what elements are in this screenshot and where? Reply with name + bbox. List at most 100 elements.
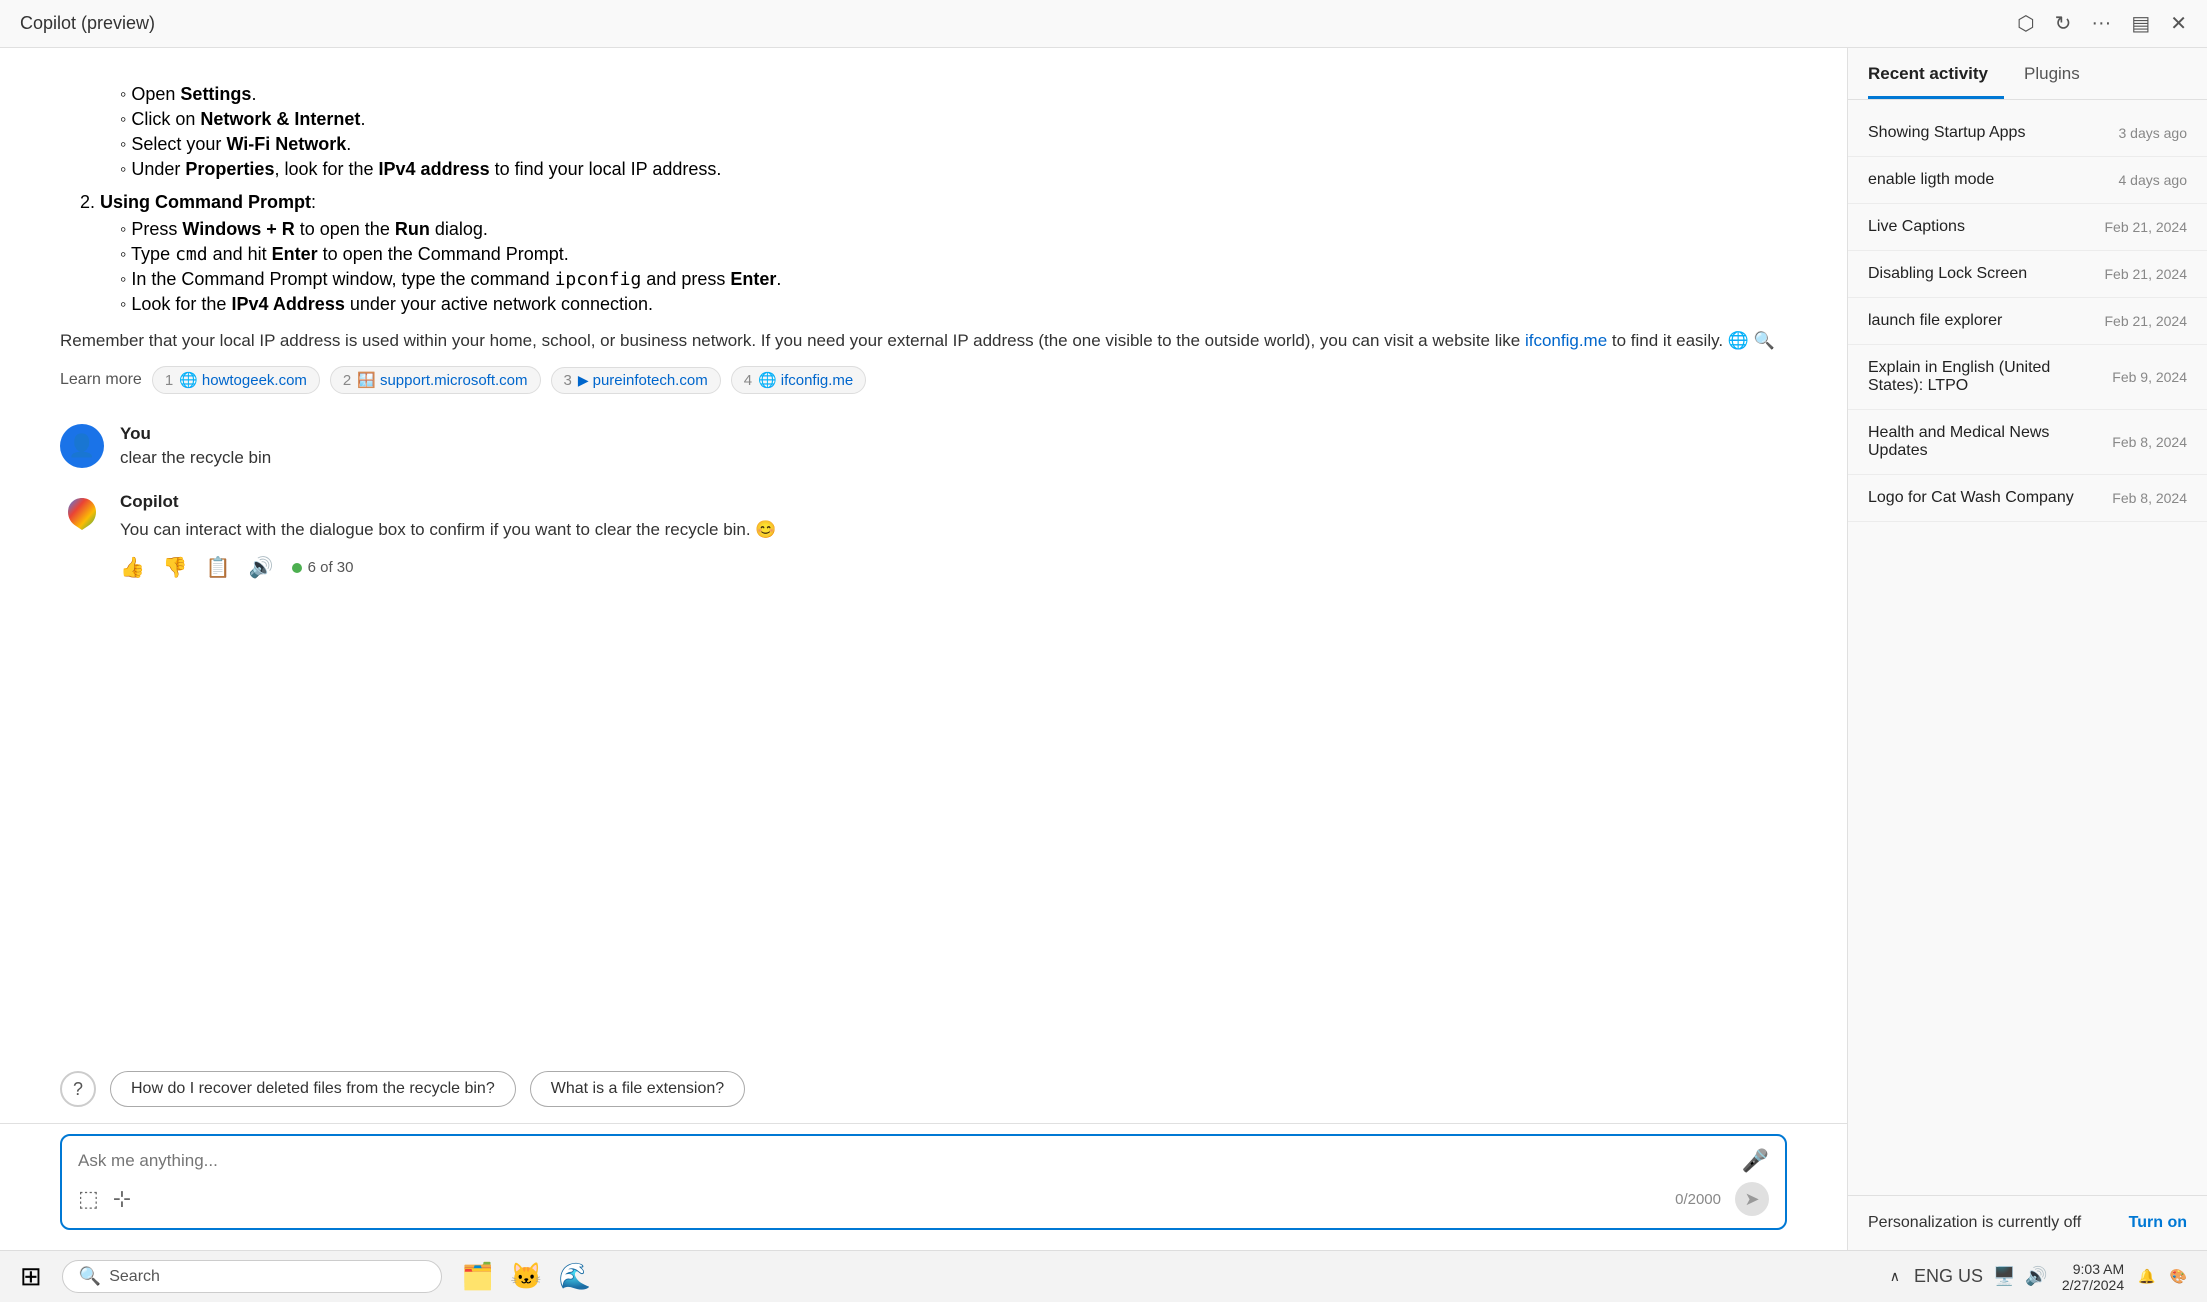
personalization-bar: Personalization is currently off Turn on	[1848, 1195, 2207, 1250]
source-2[interactable]: 2 🪟 support.microsoft.com	[330, 366, 541, 394]
activity-time-4: Feb 21, 2024	[2104, 266, 2187, 282]
source-4[interactable]: 4 🌐 ifconfig.me	[731, 366, 867, 394]
activity-time-1: 3 days ago	[2119, 125, 2188, 141]
source-1-label: howtogeek.com	[202, 372, 307, 389]
step-properties: ◦ Under Properties, look for the IPv4 ad…	[120, 159, 1787, 180]
taskbar-time: 9:03 AM 2/27/2024	[2062, 1261, 2124, 1293]
taskbar-middle: 🗂️ 🐱 🌊	[462, 1261, 591, 1292]
suggestions: ? How do I recover deleted files from th…	[0, 1061, 1847, 1123]
activity-title-5: launch file explorer	[1868, 312, 2002, 330]
source-1[interactable]: 1 🌐 howtogeek.com	[152, 366, 320, 394]
cmd-step-run: ◦ Press Windows + R to open the Run dial…	[120, 219, 1787, 240]
activity-title-3: Live Captions	[1868, 218, 1965, 236]
cat-icon[interactable]: 🐱	[510, 1261, 542, 1292]
source-2-label: support.microsoft.com	[380, 372, 528, 389]
taskbar-system-icons: ENG US 🖥️ 🔊	[1914, 1266, 2048, 1287]
open-external-icon[interactable]: ⬡	[2017, 11, 2034, 36]
activity-time-7: Feb 8, 2024	[2112, 434, 2187, 450]
suggestion-1[interactable]: How do I recover deleted files from the …	[110, 1071, 516, 1107]
activity-item-8[interactable]: Logo for Cat Wash Company Feb 8, 2024	[1848, 475, 2207, 522]
activity-item-6[interactable]: Explain in English (United States): LTPO…	[1848, 345, 2207, 410]
command-prompt-title: Using Command Prompt	[100, 192, 311, 212]
chat-area: ◦ Open Settings. ◦ Click on Network & In…	[0, 48, 1847, 1250]
tab-plugins[interactable]: Plugins	[2024, 48, 2096, 99]
start-button[interactable]: ⊞	[20, 1261, 42, 1292]
activity-title-6: Explain in English (United States): LTPO	[1868, 359, 2102, 395]
activity-item-3[interactable]: Live Captions Feb 21, 2024	[1848, 204, 2207, 251]
mic-icon[interactable]: 🎤	[1742, 1148, 1769, 1174]
chevron-up-icon[interactable]: ∧	[1890, 1268, 1900, 1285]
user-message-block: 👤 You clear the recycle bin	[60, 424, 1787, 468]
lang-label: ENG US	[1914, 1266, 1983, 1287]
input-row: 🎤	[78, 1148, 1769, 1174]
copilot-avatar	[60, 492, 104, 536]
send-button[interactable]: ➤	[1735, 1182, 1769, 1216]
taskbar: ⊞ 🔍 Search 🗂️ 🐱 🌊 ∧ ENG US 🖥️ 🔊 9:03 AM …	[0, 1250, 2207, 1302]
source-3[interactable]: 3 ▶ pureinfotech.com	[551, 367, 721, 394]
activity-item-1[interactable]: Showing Startup Apps 3 days ago	[1848, 110, 2207, 157]
input-icons: ⬚ ⊹	[78, 1186, 131, 1212]
activity-time-8: Feb 8, 2024	[2112, 490, 2187, 506]
turn-on-button[interactable]: Turn on	[2129, 1214, 2187, 1232]
copy-icon[interactable]: 📋	[206, 555, 231, 580]
thumbs-up-icon[interactable]: 👍	[120, 555, 145, 580]
display-icon[interactable]: 🖥️	[1993, 1266, 2015, 1287]
user-message-content: You clear the recycle bin	[120, 424, 271, 468]
suggestion-2[interactable]: What is a file extension?	[530, 1071, 745, 1107]
copilot-recycle-response-block: Copilot You can interact with the dialog…	[60, 492, 1787, 580]
close-icon[interactable]: ✕	[2170, 11, 2187, 36]
input-box: 🎤 ⬚ ⊹ 0/2000 ➤	[60, 1134, 1787, 1230]
activity-title-2: enable ligth mode	[1868, 171, 1994, 189]
copilot-recycle-text: You can interact with the dialogue box t…	[120, 516, 777, 543]
activity-item-5[interactable]: launch file explorer Feb 21, 2024	[1848, 298, 2207, 345]
activity-item-2[interactable]: enable ligth mode 4 days ago	[1848, 157, 2207, 204]
activity-time-6: Feb 9, 2024	[2112, 369, 2187, 385]
copilot-taskbar-icon[interactable]: 🎨	[2170, 1268, 2187, 1285]
speaker-icon[interactable]: 🔊	[249, 555, 274, 580]
personalization-text: Personalization is currently off	[1868, 1214, 2081, 1232]
main-layout: ◦ Open Settings. ◦ Click on Network & In…	[0, 48, 2207, 1250]
user-avatar: 👤	[60, 424, 104, 468]
cmd-steps: ◦ Press Windows + R to open the Run dial…	[80, 219, 1787, 315]
tab-recent-activity[interactable]: Recent activity	[1868, 48, 2004, 99]
thumbs-down-icon[interactable]: 👎	[163, 555, 188, 580]
suggestion-icon: ?	[60, 1071, 96, 1107]
activity-item-7[interactable]: Health and Medical News Updates Feb 8, 2…	[1848, 410, 2207, 475]
screenshot-icon[interactable]: ⬚	[78, 1186, 99, 1212]
source-3-label: pureinfotech.com	[593, 372, 708, 389]
activity-time-3: Feb 21, 2024	[2104, 219, 2187, 235]
taskbar-search[interactable]: 🔍 Search	[62, 1260, 442, 1293]
activity-title-1: Showing Startup Apps	[1868, 124, 2025, 142]
step-open-settings: ◦ Open Settings.	[120, 84, 1787, 105]
volume-icon[interactable]: 🔊	[2025, 1266, 2047, 1287]
title-bar-actions: ⬡ ↻ ··· ▤ ✕	[2017, 11, 2187, 36]
search-icon: 🔍	[79, 1266, 101, 1287]
ifconfig-link[interactable]: ifconfig.me	[1525, 331, 1607, 350]
source-4-label: ifconfig.me	[781, 372, 854, 389]
copilot-ip-response: ◦ Open Settings. ◦ Click on Network & In…	[60, 84, 1787, 394]
learn-more: Learn more 1 🌐 howtogeek.com 2 🪟 support…	[60, 366, 1787, 394]
chat-messages: ◦ Open Settings. ◦ Click on Network & In…	[0, 48, 1847, 1061]
activity-item-4[interactable]: Disabling Lock Screen Feb 21, 2024	[1848, 251, 2207, 298]
edge-icon[interactable]: 🌊	[559, 1261, 591, 1292]
chat-input[interactable]	[78, 1151, 1742, 1171]
taskbar-left: ⊞ 🔍 Search	[20, 1260, 442, 1293]
activity-title-4: Disabling Lock Screen	[1868, 265, 2027, 283]
cmd-step-ipconfig: ◦ In the Command Prompt window, type the…	[120, 269, 1787, 290]
time-display: 9:03 AM	[2062, 1261, 2124, 1277]
notification-icon[interactable]: 🔔	[2138, 1268, 2155, 1285]
cmd-step-cmd: ◦ Type cmd and hit Enter to open the Com…	[120, 244, 1787, 265]
area-select-icon[interactable]: ⊹	[113, 1186, 131, 1212]
more-icon[interactable]: ···	[2091, 12, 2111, 35]
settings-steps: ◦ Open Settings. ◦ Click on Network & In…	[80, 84, 1787, 180]
sidebar-toggle-icon[interactable]: ▤	[2131, 11, 2150, 36]
step-network: ◦ Click on Network & Internet.	[120, 109, 1787, 130]
sidebar-tabs: Recent activity Plugins	[1848, 48, 2207, 100]
lang-text: ENG US	[1914, 1266, 1983, 1286]
file-manager-icon[interactable]: 🗂️	[462, 1261, 494, 1292]
refresh-icon[interactable]: ↻	[2055, 11, 2072, 36]
activity-title-7: Health and Medical News Updates	[1868, 424, 2102, 460]
title-bar: Copilot (preview) ⬡ ↻ ··· ▤ ✕	[0, 0, 2207, 48]
activity-time-5: Feb 21, 2024	[2104, 313, 2187, 329]
input-area: 🎤 ⬚ ⊹ 0/2000 ➤	[0, 1123, 1847, 1250]
